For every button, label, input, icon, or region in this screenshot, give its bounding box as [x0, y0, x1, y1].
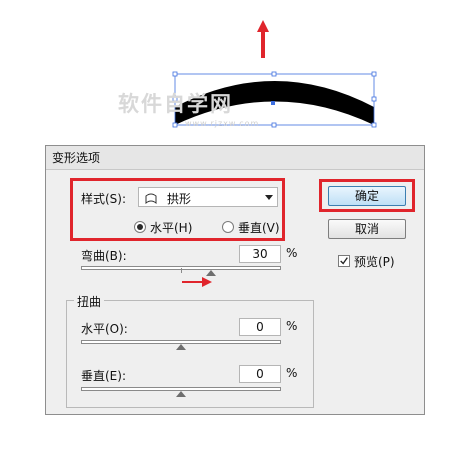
distort-horizontal-slider-thumb[interactable] — [176, 344, 186, 350]
distortion-group — [66, 300, 314, 408]
bend-value-input[interactable]: 30 — [239, 245, 281, 263]
style-label: 样式(S): — [81, 192, 127, 206]
radio-horizontal-label: 水平(H) — [150, 221, 193, 235]
distort-vertical-input[interactable]: 0 — [239, 365, 281, 383]
red-up-arrow-icon — [257, 20, 269, 58]
bend-unit: % — [286, 246, 298, 260]
distort-vertical-unit: % — [286, 366, 298, 380]
style-select-value: 拱形 — [167, 192, 192, 206]
watermark-text: 软件自学网 — [118, 92, 233, 116]
radio-horizontal[interactable] — [134, 221, 146, 233]
dialog-title: 变形选项 — [46, 146, 424, 170]
distort-horizontal-label: 水平(O): — [81, 322, 128, 336]
bend-slider-center-tick — [181, 268, 182, 273]
preview-label: 预览(P) — [354, 255, 395, 269]
distortion-group-title: 扭曲 — [74, 293, 105, 310]
warp-options-dialog: 变形选项 样式(S): 拱形 水平(H) 垂直(V) 弯曲(B): 30 % 扭… — [45, 145, 425, 415]
checkmark-icon — [340, 257, 348, 265]
distort-horizontal-unit: % — [286, 319, 298, 333]
red-right-arrow-icon — [182, 277, 212, 287]
style-select[interactable]: 拱形 — [138, 187, 278, 207]
bend-label: 弯曲(B): — [81, 249, 127, 263]
ok-button[interactable]: 确定 — [328, 186, 406, 206]
distort-horizontal-input[interactable]: 0 — [239, 318, 281, 336]
preview-checkbox[interactable] — [338, 255, 350, 267]
bend-slider-thumb[interactable] — [206, 270, 216, 276]
radio-vertical[interactable] — [222, 221, 234, 233]
distort-vertical-label: 垂直(E): — [81, 369, 126, 383]
arch-style-icon — [145, 193, 157, 204]
chevron-down-icon — [265, 195, 273, 200]
watermark-url: www.rjzxw.com — [185, 119, 260, 128]
distort-vertical-slider-thumb[interactable] — [176, 391, 186, 397]
cancel-button[interactable]: 取消 — [328, 219, 406, 239]
radio-vertical-label: 垂直(V) — [238, 221, 280, 235]
